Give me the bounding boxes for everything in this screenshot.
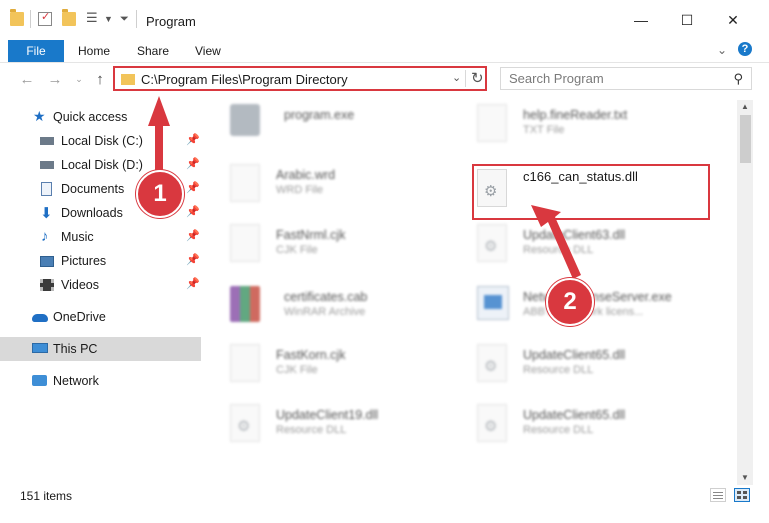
annotation-arrows xyxy=(148,96,581,279)
step-badge-2: 2 xyxy=(546,278,594,326)
arrow-up-icon xyxy=(148,96,170,178)
step-badge-1: 1 xyxy=(136,170,184,218)
arrow-up-left-icon xyxy=(531,205,581,279)
